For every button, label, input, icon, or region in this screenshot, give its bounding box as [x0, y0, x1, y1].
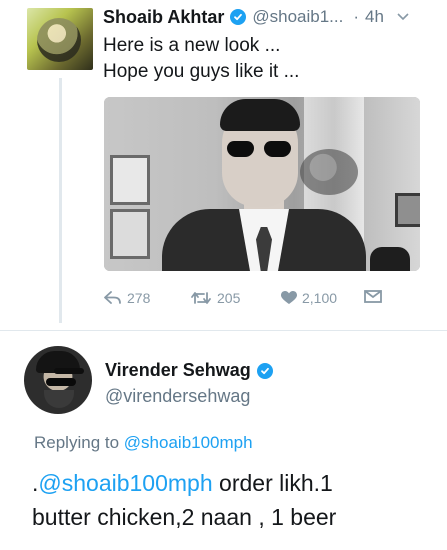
- reply-author-handle[interactable]: @virendersehwag: [105, 386, 250, 407]
- retweet-icon: [191, 292, 211, 304]
- like-count: 2,100: [302, 290, 338, 306]
- replying-to-line: Replying to @shoaib100mph: [34, 433, 253, 453]
- direct-message-button[interactable]: [364, 290, 382, 303]
- shoaib-avatar[interactable]: [27, 8, 93, 70]
- reply-text-mention[interactable]: @shoaib100mph: [38, 470, 212, 496]
- photo-plant: [300, 149, 358, 195]
- thread-connector-line: [59, 78, 62, 323]
- reply-author-row: Virender Sehwag: [105, 360, 273, 381]
- reply-text: .@shoaib100mph order likh.1 butter chick…: [32, 466, 437, 534]
- reply-text-rest: order likh.1: [212, 470, 333, 496]
- like-button[interactable]: 2,100: [281, 290, 337, 306]
- photo-hair: [220, 99, 300, 131]
- retweet-count: 205: [217, 290, 241, 306]
- reply-button[interactable]: 278: [104, 290, 150, 306]
- tweet-author-name[interactable]: Shoaib Akhtar: [103, 7, 224, 28]
- avatar-cap-bill: [54, 368, 84, 374]
- replying-to-mention[interactable]: @shoaib100mph: [124, 433, 253, 452]
- photo-background-person: [370, 247, 410, 271]
- tweet-text-line: Here is a new look ...: [103, 35, 281, 56]
- avatar-sunglasses: [46, 378, 76, 386]
- tweet-photo[interactable]: [104, 97, 420, 271]
- reply-count: 278: [127, 290, 151, 306]
- heart-icon: [281, 291, 297, 304]
- photo-wall-frame: [395, 193, 420, 227]
- photo-wall-frame: [110, 209, 150, 259]
- time-separator: ·: [353, 7, 360, 26]
- photo-sunglasses: [227, 141, 291, 159]
- sehwag-avatar[interactable]: [24, 346, 92, 414]
- reply-arrow-icon: [104, 291, 121, 304]
- tweet-timestamp[interactable]: 4h: [365, 7, 384, 27]
- reply-text-line: butter chicken,2 naan , 1 beer: [32, 504, 337, 530]
- tweet-action-bar: 278 205 2,100: [104, 290, 404, 312]
- avatar-face: [37, 18, 81, 62]
- thread-divider: [0, 330, 447, 331]
- reply-author-name[interactable]: Virender Sehwag: [105, 360, 251, 381]
- tweet-thread-screenshot: Shoaib Akhtar @shoaib1... · 4h Here is a…: [0, 0, 447, 550]
- avatar-beard: [44, 390, 74, 408]
- replying-to-label: Replying to: [34, 433, 120, 452]
- tweet-text-line: Hope you guys like it ...: [103, 61, 300, 82]
- reply-text-line: .@shoaib100mph order likh.1: [32, 466, 437, 500]
- tweet-header: Shoaib Akhtar @shoaib1... · 4h: [103, 6, 433, 28]
- tweet-author-handle[interactable]: @shoaib1...: [252, 7, 343, 27]
- chevron-down-icon[interactable]: [396, 10, 410, 24]
- verified-badge-icon: [256, 362, 273, 379]
- photo-wall-frame: [110, 155, 150, 205]
- retweet-button[interactable]: 205: [190, 290, 240, 306]
- verified-badge-icon: [230, 9, 247, 25]
- envelope-icon: [364, 290, 382, 303]
- tweet-text: Here is a new look ... Hope you guys lik…: [103, 33, 433, 85]
